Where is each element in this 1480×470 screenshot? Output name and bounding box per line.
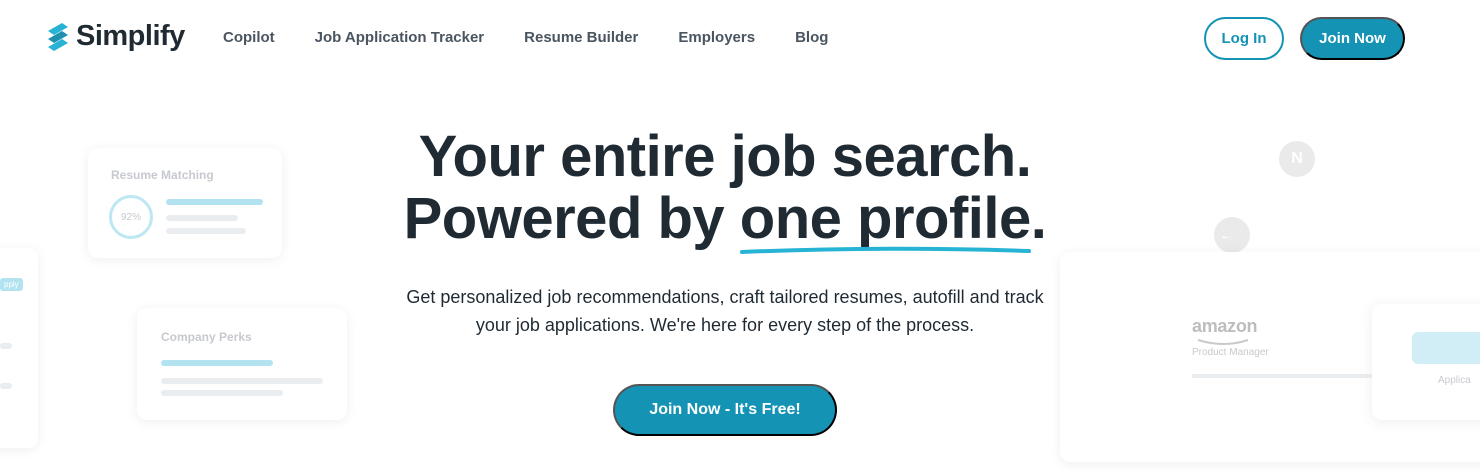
- hero-highlight-text: one profile: [739, 186, 1031, 251]
- nav-link-employers[interactable]: Employers: [678, 29, 755, 46]
- nav-link-resume-builder[interactable]: Resume Builder: [524, 29, 638, 46]
- side-card: pply: [0, 248, 38, 448]
- join-now-free-button[interactable]: Join Now - It's Free!: [613, 384, 837, 436]
- decor-bar: [0, 383, 12, 389]
- application-label: Applica: [1438, 375, 1471, 386]
- job-role: Product Manager: [1192, 347, 1269, 358]
- decor-bar: [1192, 374, 1372, 378]
- hero-title-line2-prefix: Powered by: [403, 186, 740, 251]
- amazon-logo-text: amazon: [1192, 316, 1258, 336]
- inner-application-panel: Applica: [1372, 304, 1480, 420]
- decor-bar: [0, 343, 12, 349]
- decor-bar: [1412, 332, 1480, 364]
- hero-title-line2-suffix: .: [1030, 186, 1047, 251]
- decor-bar: [161, 390, 283, 396]
- amazon-smile-icon: [1197, 339, 1249, 345]
- side-badge: pply: [0, 278, 23, 291]
- hero-subtitle-line2: your job applications. We're here for ev…: [475, 315, 975, 335]
- company-perks-card: Company Perks: [137, 308, 347, 420]
- highlight-underline-icon: [739, 246, 1031, 254]
- hero-subtitle-line1: Get personalized job recommendations, cr…: [406, 287, 1044, 307]
- nav-link-blog[interactable]: Blog: [795, 29, 828, 46]
- decor-bar: [161, 378, 323, 384]
- hero-title-line1: Your entire job search.: [418, 124, 1032, 189]
- company-perks-title: Company Perks: [161, 330, 252, 344]
- decor-bar: [161, 360, 273, 366]
- hero-subtitle: Get personalized job recommendations, cr…: [340, 283, 1110, 339]
- hero-title-highlight: one profile: [739, 186, 1031, 254]
- amazon-application-card: amazon Product Manager Applica: [1060, 252, 1480, 462]
- hero-title: Your entire job search. Powered by one p…: [0, 124, 1450, 254]
